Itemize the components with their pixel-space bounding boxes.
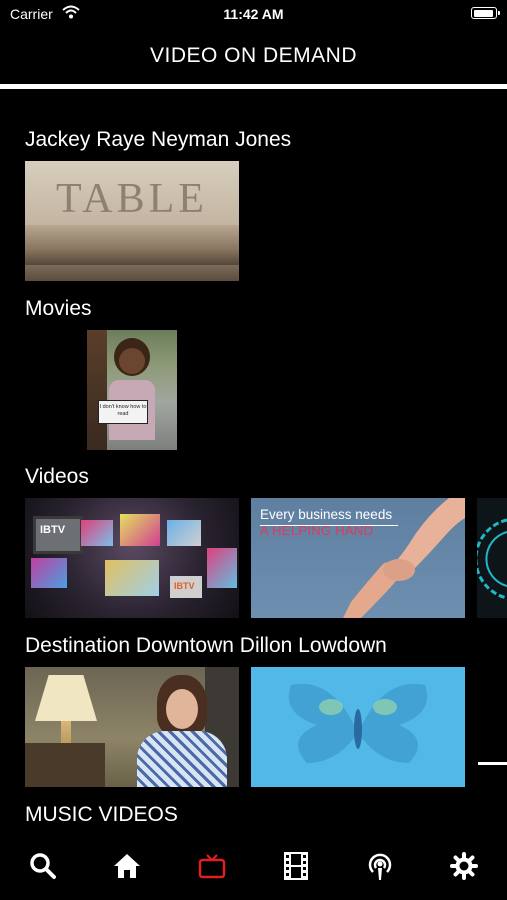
child-face [119, 348, 145, 374]
tv-icon [198, 854, 226, 879]
tv-screen [207, 548, 237, 588]
tv-screen [105, 560, 159, 596]
ibtv-badge: IBTV [174, 581, 195, 591]
video-thumbnail-circular-graphic[interactable] [477, 498, 507, 618]
video-thumbnail-helping-hand[interactable]: Every business needs A HELPING HAND [251, 498, 465, 618]
movie-thumbnail-child[interactable]: I don't know how to read [87, 330, 177, 450]
ibtv-badge: IBTV [40, 524, 66, 536]
person-top [137, 731, 227, 787]
tab-home[interactable] [109, 848, 145, 884]
section-title-jackey: Jackey Raye Neyman Jones [25, 128, 292, 151]
scroll-indicator [478, 762, 507, 765]
tab-settings[interactable] [446, 848, 482, 884]
video-thumbnail-ibtv[interactable]: IBTV IBTV [25, 498, 239, 618]
section-title-music-videos: MUSIC VIDEOS [25, 803, 178, 826]
video-thumbnail-butterfly[interactable] [251, 667, 465, 787]
tv-screen [81, 520, 113, 546]
section-title-movies: Movies [25, 297, 92, 320]
status-bar: Carrier 11:42 AM [0, 0, 507, 28]
gear-icon [450, 852, 478, 880]
tv-screen [31, 558, 67, 588]
podcast-icon [368, 853, 392, 880]
circular-hud-graphic [477, 518, 507, 600]
tab-movies[interactable] [278, 848, 314, 884]
tv-screen: IBTV [33, 516, 83, 554]
home-icon [114, 854, 140, 878]
thumbnail-text: TABLE [56, 176, 208, 222]
tv-screen [167, 520, 201, 546]
lamp-shade [35, 675, 97, 721]
page-title: VIDEO ON DEMAND [149, 44, 358, 67]
search-icon [30, 853, 56, 879]
side-table [25, 743, 105, 787]
tab-bar [0, 838, 507, 900]
header-divider [0, 84, 507, 89]
tv-screen [120, 514, 160, 546]
section-title-destination-downtown: Destination Downtown Dillon Lowdown [25, 634, 387, 657]
clasped-hands-graphic [343, 498, 465, 618]
video-thumbnail-table[interactable]: TABLE [25, 161, 239, 281]
battery-icon [471, 7, 500, 19]
tab-podcasts[interactable] [362, 848, 398, 884]
section-title-videos: Videos [25, 465, 89, 488]
wood-plank [25, 225, 239, 265]
film-icon [284, 852, 308, 880]
handwritten-sign: I don't know how to read [98, 400, 148, 424]
tv-screen: IBTV [170, 576, 202, 598]
tab-live-tv[interactable] [194, 848, 230, 884]
video-thumbnail-interview[interactable] [25, 667, 239, 787]
clock: 11:42 AM [223, 6, 284, 22]
person-face [166, 689, 198, 729]
tab-search[interactable] [25, 848, 61, 884]
bookshelf [87, 330, 107, 450]
butterfly-graphic [288, 683, 428, 763]
